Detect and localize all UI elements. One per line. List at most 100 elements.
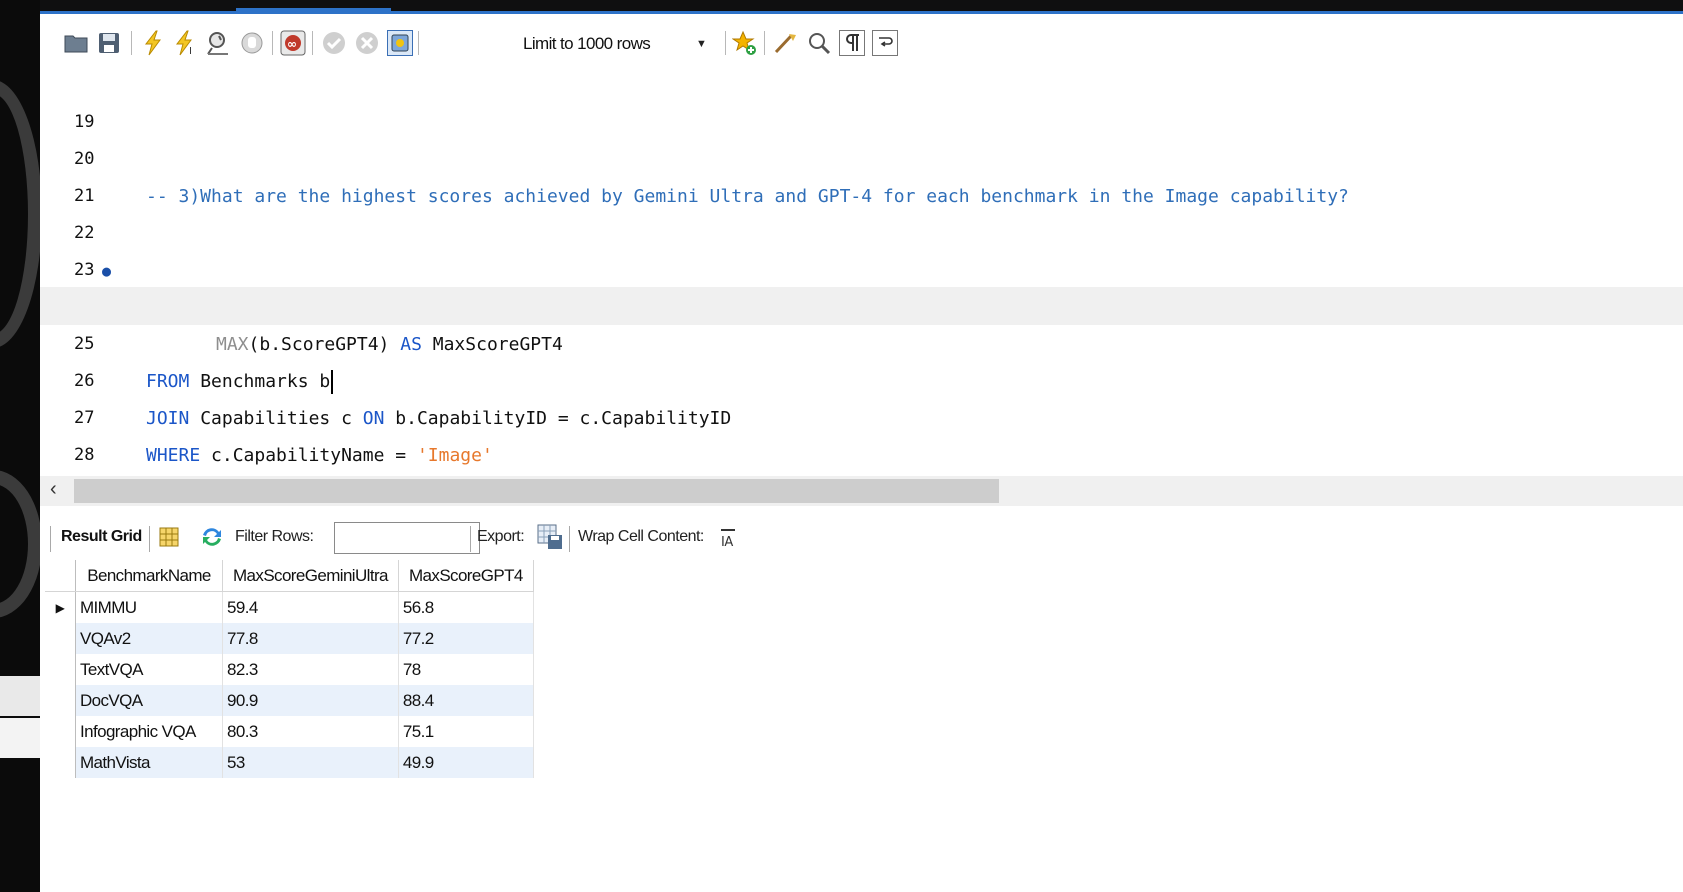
toolbar-separator [418, 31, 419, 55]
table-row[interactable]: DocVQA 90.9 88.4 [45, 685, 534, 716]
table-row[interactable]: TextVQA 82.3 78 [45, 654, 534, 685]
grid-cell[interactable]: MIMMU [75, 591, 223, 623]
row-indicator [45, 623, 76, 654]
toolbar-separator [725, 31, 726, 55]
result-toolbar: Result Grid Filter Rows: Export: Wrap Ce… [40, 518, 1683, 558]
code-line: 23 MAX(b.ScoreGemini) AS MaxScoreGeminiU… [40, 213, 1683, 318]
wrap-lines-icon[interactable] [872, 30, 898, 56]
open-folder-icon[interactable] [63, 30, 89, 56]
sql-editor-toolbar: I ∞ Limit to 1000 rows ▼ [40, 18, 1683, 71]
grid-cell[interactable]: 53 [222, 747, 399, 778]
code-line: 28 GROUP BY b.BenchmarkName; [40, 398, 1683, 490]
row-selected-arrow-icon: ▶ [45, 591, 76, 623]
row-indicator [45, 685, 76, 716]
grid-cell[interactable]: 77.2 [398, 623, 534, 654]
export-icon[interactable] [536, 523, 562, 549]
table-row[interactable]: MathVista 53 49.9 [45, 747, 534, 778]
limit-rows-select[interactable]: Limit to 1000 rows ▼ [523, 32, 713, 56]
toolbar-separator [149, 526, 150, 552]
toolbar-separator [569, 526, 570, 552]
background-shape [0, 470, 42, 618]
beautify-icon[interactable] [773, 30, 799, 56]
commit-icon[interactable] [321, 30, 347, 56]
grid-cell[interactable]: 75.1 [398, 716, 534, 747]
grid-header-row: BenchmarkName MaxScoreGeminiUltra MaxSco… [45, 560, 534, 592]
toolbar-separator [764, 31, 765, 55]
toolbar-separator [470, 526, 471, 552]
autocommit-icon[interactable] [387, 30, 413, 56]
sql-line-27: WHERE c.CapabilityName = 'Image' [146, 445, 493, 466]
save-icon[interactable] [96, 30, 122, 56]
svg-text:IA: IA [721, 535, 733, 548]
code-line: 22 ● SELECT b.BenchmarkName, [40, 176, 1683, 319]
explain-icon[interactable] [206, 30, 232, 56]
table-row[interactable]: VQAv2 77.8 77.2 [45, 623, 534, 654]
code-line: 20 -- 3)What are the highest scores achi… [40, 102, 1683, 207]
row-indicator [45, 716, 76, 747]
filter-rows-input[interactable] [334, 522, 480, 554]
table-row[interactable]: ▶ MIMMU 59.4 56.8 [45, 591, 534, 623]
refresh-icon[interactable] [200, 526, 224, 550]
code-line-current: 25 FROM Benchmarks b [40, 287, 1683, 394]
column-header[interactable]: BenchmarkName [75, 560, 223, 592]
grid-cell[interactable]: 80.3 [222, 716, 399, 747]
wrap-cell-content-label: Wrap Cell Content: [578, 528, 704, 545]
grid-cell[interactable]: TextVQA [75, 654, 223, 685]
grid-cell[interactable]: 56.8 [398, 591, 534, 623]
add-snippet-icon[interactable] [732, 30, 758, 56]
scrollbar-thumb[interactable] [74, 479, 999, 503]
rollback-icon[interactable] [354, 30, 380, 56]
sidebar-panel-fragment [0, 676, 40, 716]
wrap-cell-icon[interactable]: IA [719, 528, 743, 552]
toggle-continue-icon[interactable]: ∞ [280, 30, 306, 56]
row-indicator [45, 654, 76, 685]
svg-text:∞: ∞ [287, 37, 297, 51]
result-grid[interactable]: BenchmarkName MaxScoreGeminiUltra MaxSco… [45, 560, 534, 778]
code-line: 26 JOIN Capabilities c ON b.CapabilityID… [40, 324, 1683, 429]
grid-cell[interactable]: 78 [398, 654, 534, 685]
limit-rows-label: Limit to 1000 rows [523, 34, 651, 53]
grid-cell[interactable]: 77.8 [222, 623, 399, 654]
chevron-down-icon: ▼ [696, 38, 707, 50]
table-row[interactable]: Infographic VQA 80.3 75.1 [45, 716, 534, 747]
code-line: 21 [40, 139, 1683, 206]
row-indicator [45, 747, 76, 778]
grid-cell[interactable]: VQAv2 [75, 623, 223, 654]
tab-query-active[interactable] [236, 8, 391, 14]
grid-cell[interactable]: 49.9 [398, 747, 534, 778]
result-grid-tab[interactable]: Result Grid [61, 528, 142, 546]
find-icon[interactable] [806, 30, 832, 56]
grid-cell[interactable]: DocVQA [75, 685, 223, 716]
sidebar-panel-fragment [0, 718, 40, 758]
toolbar-separator [272, 31, 273, 55]
filter-rows-label: Filter Rows: [235, 528, 314, 545]
line-number: 28 [74, 445, 95, 465]
grid-cell[interactable]: Infographic VQA [75, 716, 223, 747]
execute-current-icon[interactable]: I [173, 30, 199, 56]
code-line: 19 [40, 70, 1683, 132]
editor-horizontal-scrollbar[interactable]: ‹ [40, 476, 1683, 506]
grid-cell[interactable]: 90.9 [222, 685, 399, 716]
stop-icon[interactable] [239, 30, 265, 56]
left-background-strip [0, 0, 42, 892]
grid-cell[interactable]: 59.4 [222, 591, 399, 623]
toolbar-separator [131, 31, 132, 55]
invisible-chars-icon[interactable] [839, 30, 865, 56]
export-label: Export: [477, 528, 525, 545]
scroll-left-icon[interactable]: ‹ [50, 478, 57, 501]
grid-cell[interactable]: 88.4 [398, 685, 534, 716]
toolbar-separator [50, 526, 51, 552]
workbench-window: I ∞ Limit to 1000 rows ▼ 19 20 -- 3)What… [40, 0, 1683, 892]
svg-text:I: I [189, 46, 192, 56]
execute-icon[interactable] [140, 30, 166, 56]
code-line: 24 MAX(b.ScoreGPT4) AS MaxScoreGPT4 [40, 250, 1683, 355]
background-shape [0, 80, 42, 348]
tab-bar [40, 0, 1683, 14]
column-header[interactable]: MaxScoreGeminiUltra [222, 560, 399, 592]
grid-cell[interactable]: MathVista [75, 747, 223, 778]
grid-cell[interactable]: 82.3 [222, 654, 399, 685]
column-header[interactable]: MaxScoreGPT4 [398, 560, 534, 592]
sql-editor[interactable]: 19 20 -- 3)What are the highest scores a… [40, 70, 1683, 490]
grid-view-icon[interactable] [158, 526, 182, 550]
row-indicator-header [45, 560, 76, 592]
